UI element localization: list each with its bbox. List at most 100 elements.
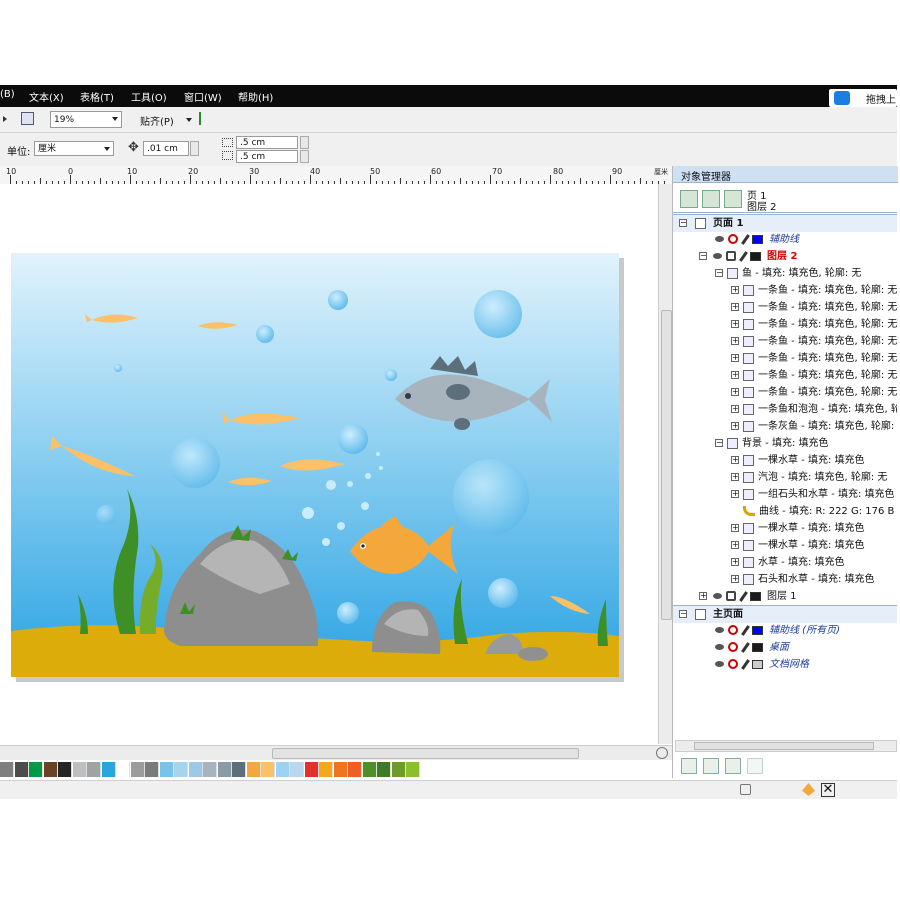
palette-swatch[interactable]	[43, 762, 58, 777]
edit-pencil-icon[interactable]	[741, 625, 750, 636]
tree-row-layer[interactable]: − 图层 2	[673, 248, 897, 265]
vertical-scrollbar[interactable]	[658, 184, 673, 744]
palette-swatch[interactable]	[290, 762, 304, 777]
expand-toggle-icon[interactable]: +	[731, 524, 739, 532]
palette-swatch[interactable]	[377, 762, 391, 777]
palette-swatch[interactable]	[188, 762, 203, 777]
expand-toggle-icon[interactable]: +	[731, 473, 739, 481]
menu-item-layout[interactable]: (B)	[0, 89, 15, 100]
delete-layer-icon[interactable]	[725, 758, 741, 774]
palette-swatch[interactable]	[275, 762, 290, 777]
tree-row-object[interactable]: − 背景 - 填充: 填充色	[673, 435, 897, 452]
palette-swatch[interactable]	[406, 762, 420, 777]
duplicate-distance-x-input[interactable]: .5 cm	[236, 136, 298, 149]
nudge-distance-spinner[interactable]	[190, 141, 199, 156]
menu-item-tools[interactable]: 工具(O)	[131, 89, 167, 104]
palette-swatch[interactable]	[101, 762, 116, 777]
tree-row-object[interactable]: + 一条鱼 - 填充: 填充色, 轮廓: 无	[673, 350, 897, 367]
edit-pencil-icon[interactable]	[739, 251, 748, 262]
palette-swatch[interactable]	[217, 762, 232, 777]
tree-row-object[interactable]: + 水草 - 填充: 填充色	[673, 554, 897, 571]
expand-toggle-icon[interactable]: +	[731, 405, 739, 413]
zoom-navigator-icon[interactable]	[656, 747, 668, 759]
expand-toggle-icon[interactable]: +	[731, 286, 739, 294]
tree-row-object[interactable]: + 一条鱼 - 填充: 填充色, 轮廓: 无	[673, 367, 897, 384]
snap-dropdown-chevron-icon[interactable]	[186, 118, 192, 122]
menu-item-table[interactable]: 表格(T)	[80, 89, 114, 104]
tree-row-object[interactable]: + 一条鱼 - 填充: 填充色, 轮廓: 无	[673, 299, 897, 316]
menu-item-help[interactable]: 帮助(H)	[238, 89, 273, 104]
full-screen-preview-icon[interactable]	[21, 112, 34, 125]
horizontal-ruler[interactable]: 10 0 10 20 30 40 50 60 70 80 90 100 厘米	[0, 166, 672, 185]
duplicate-distance-y-input[interactable]: .5 cm	[236, 150, 298, 163]
visibility-eye-icon[interactable]	[713, 253, 722, 259]
palette-swatch[interactable]	[174, 762, 188, 777]
drawing-canvas[interactable]	[0, 184, 658, 744]
palette-swatch[interactable]	[116, 762, 130, 777]
expand-toggle-icon[interactable]: +	[731, 490, 739, 498]
nudge-distance-input[interactable]: .01 cm	[143, 141, 189, 156]
edit-pencil-icon[interactable]	[739, 591, 748, 602]
palette-swatch[interactable]	[319, 762, 333, 777]
palette-swatch[interactable]	[232, 762, 246, 777]
palette-swatch[interactable]	[130, 762, 145, 777]
palette-swatch[interactable]	[391, 762, 406, 777]
expand-toggle-icon[interactable]: +	[731, 422, 739, 430]
collapse-toggle-icon[interactable]: −	[715, 269, 723, 277]
tree-row-object[interactable]: + 一棵水草 - 填充: 填充色	[673, 537, 897, 554]
palette-swatch[interactable]	[145, 762, 159, 777]
expand-toggle-icon[interactable]: +	[731, 371, 739, 379]
layer-color-swatch[interactable]	[752, 643, 763, 652]
visibility-eye-icon[interactable]	[715, 644, 724, 650]
tree-row-object[interactable]: 桌面	[673, 639, 897, 656]
no-print-icon[interactable]	[728, 234, 738, 244]
printer-icon[interactable]	[726, 251, 736, 261]
palette-swatch[interactable]	[0, 762, 14, 777]
tree-row-page[interactable]: − 主页面	[673, 605, 897, 623]
palette-swatch[interactable]	[203, 762, 217, 777]
zoom-level-combo[interactable]: 19%	[50, 111, 122, 128]
no-print-icon[interactable]	[728, 625, 738, 635]
expand-toggle-icon[interactable]: +	[699, 592, 707, 600]
collapse-toggle-icon[interactable]: −	[699, 252, 707, 260]
show-object-properties-icon[interactable]	[680, 190, 698, 208]
expand-toggle-icon[interactable]: +	[731, 388, 739, 396]
collapse-toggle-icon[interactable]: −	[679, 219, 687, 227]
new-master-layer-icon[interactable]	[703, 758, 719, 774]
docker-horizontal-scrollbar[interactable]	[675, 740, 897, 752]
duplicate-x-spinner[interactable]	[300, 136, 309, 149]
no-print-icon[interactable]	[728, 642, 738, 652]
edit-pencil-icon[interactable]	[741, 659, 750, 670]
layer-color-swatch[interactable]	[752, 235, 763, 244]
unit-select[interactable]: 厘米	[34, 141, 114, 156]
tree-row-object[interactable]: + 一棵水草 - 填充: 填充色	[673, 452, 897, 469]
tree-row-object[interactable]: + 一条鱼 - 填充: 填充色, 轮廓: 无	[673, 384, 897, 401]
visibility-eye-icon[interactable]	[715, 236, 724, 242]
expand-toggle-icon[interactable]: +	[731, 320, 739, 328]
no-outline-icon[interactable]: ✕	[821, 783, 835, 797]
palette-swatch[interactable]	[87, 762, 101, 777]
tree-row-object[interactable]: + 一组石头和水草 - 填充: 填充色	[673, 486, 897, 503]
snap-options-icon[interactable]	[199, 112, 210, 125]
new-layer-icon[interactable]	[681, 758, 697, 774]
tree-row-object[interactable]: + 一条鱼 - 填充: 填充色, 轮廓: 无	[673, 316, 897, 333]
expand-toggle-icon[interactable]: +	[731, 575, 739, 583]
tree-row-object[interactable]: + 一棵水草 - 填充: 填充色	[673, 520, 897, 537]
no-print-icon[interactable]	[728, 659, 738, 669]
tree-row-layer[interactable]: + 图层 1	[673, 588, 897, 605]
visibility-eye-icon[interactable]	[715, 661, 724, 667]
docker-scroll-thumb[interactable]	[694, 742, 874, 750]
palette-swatch[interactable]	[348, 762, 362, 777]
snap-to-button[interactable]: 贴齐(P)	[140, 113, 174, 128]
layer-color-swatch[interactable]	[750, 252, 761, 261]
edit-pencil-icon[interactable]	[741, 234, 750, 245]
expand-toggle-icon[interactable]: +	[731, 558, 739, 566]
collapse-toggle-icon[interactable]: −	[715, 439, 723, 447]
expand-toggle-icon[interactable]: +	[731, 337, 739, 345]
tree-row-object[interactable]: 辅助线 (所有页)	[673, 622, 897, 639]
horizontal-scrollbar[interactable]	[0, 745, 672, 760]
cloud-upload-button[interactable]: 拖拽上	[829, 89, 897, 107]
tree-row-object[interactable]: − 鱼 - 填充: 填充色, 轮廓: 无	[673, 265, 897, 282]
palette-swatch[interactable]	[29, 762, 43, 777]
layer-color-swatch[interactable]	[752, 660, 763, 669]
